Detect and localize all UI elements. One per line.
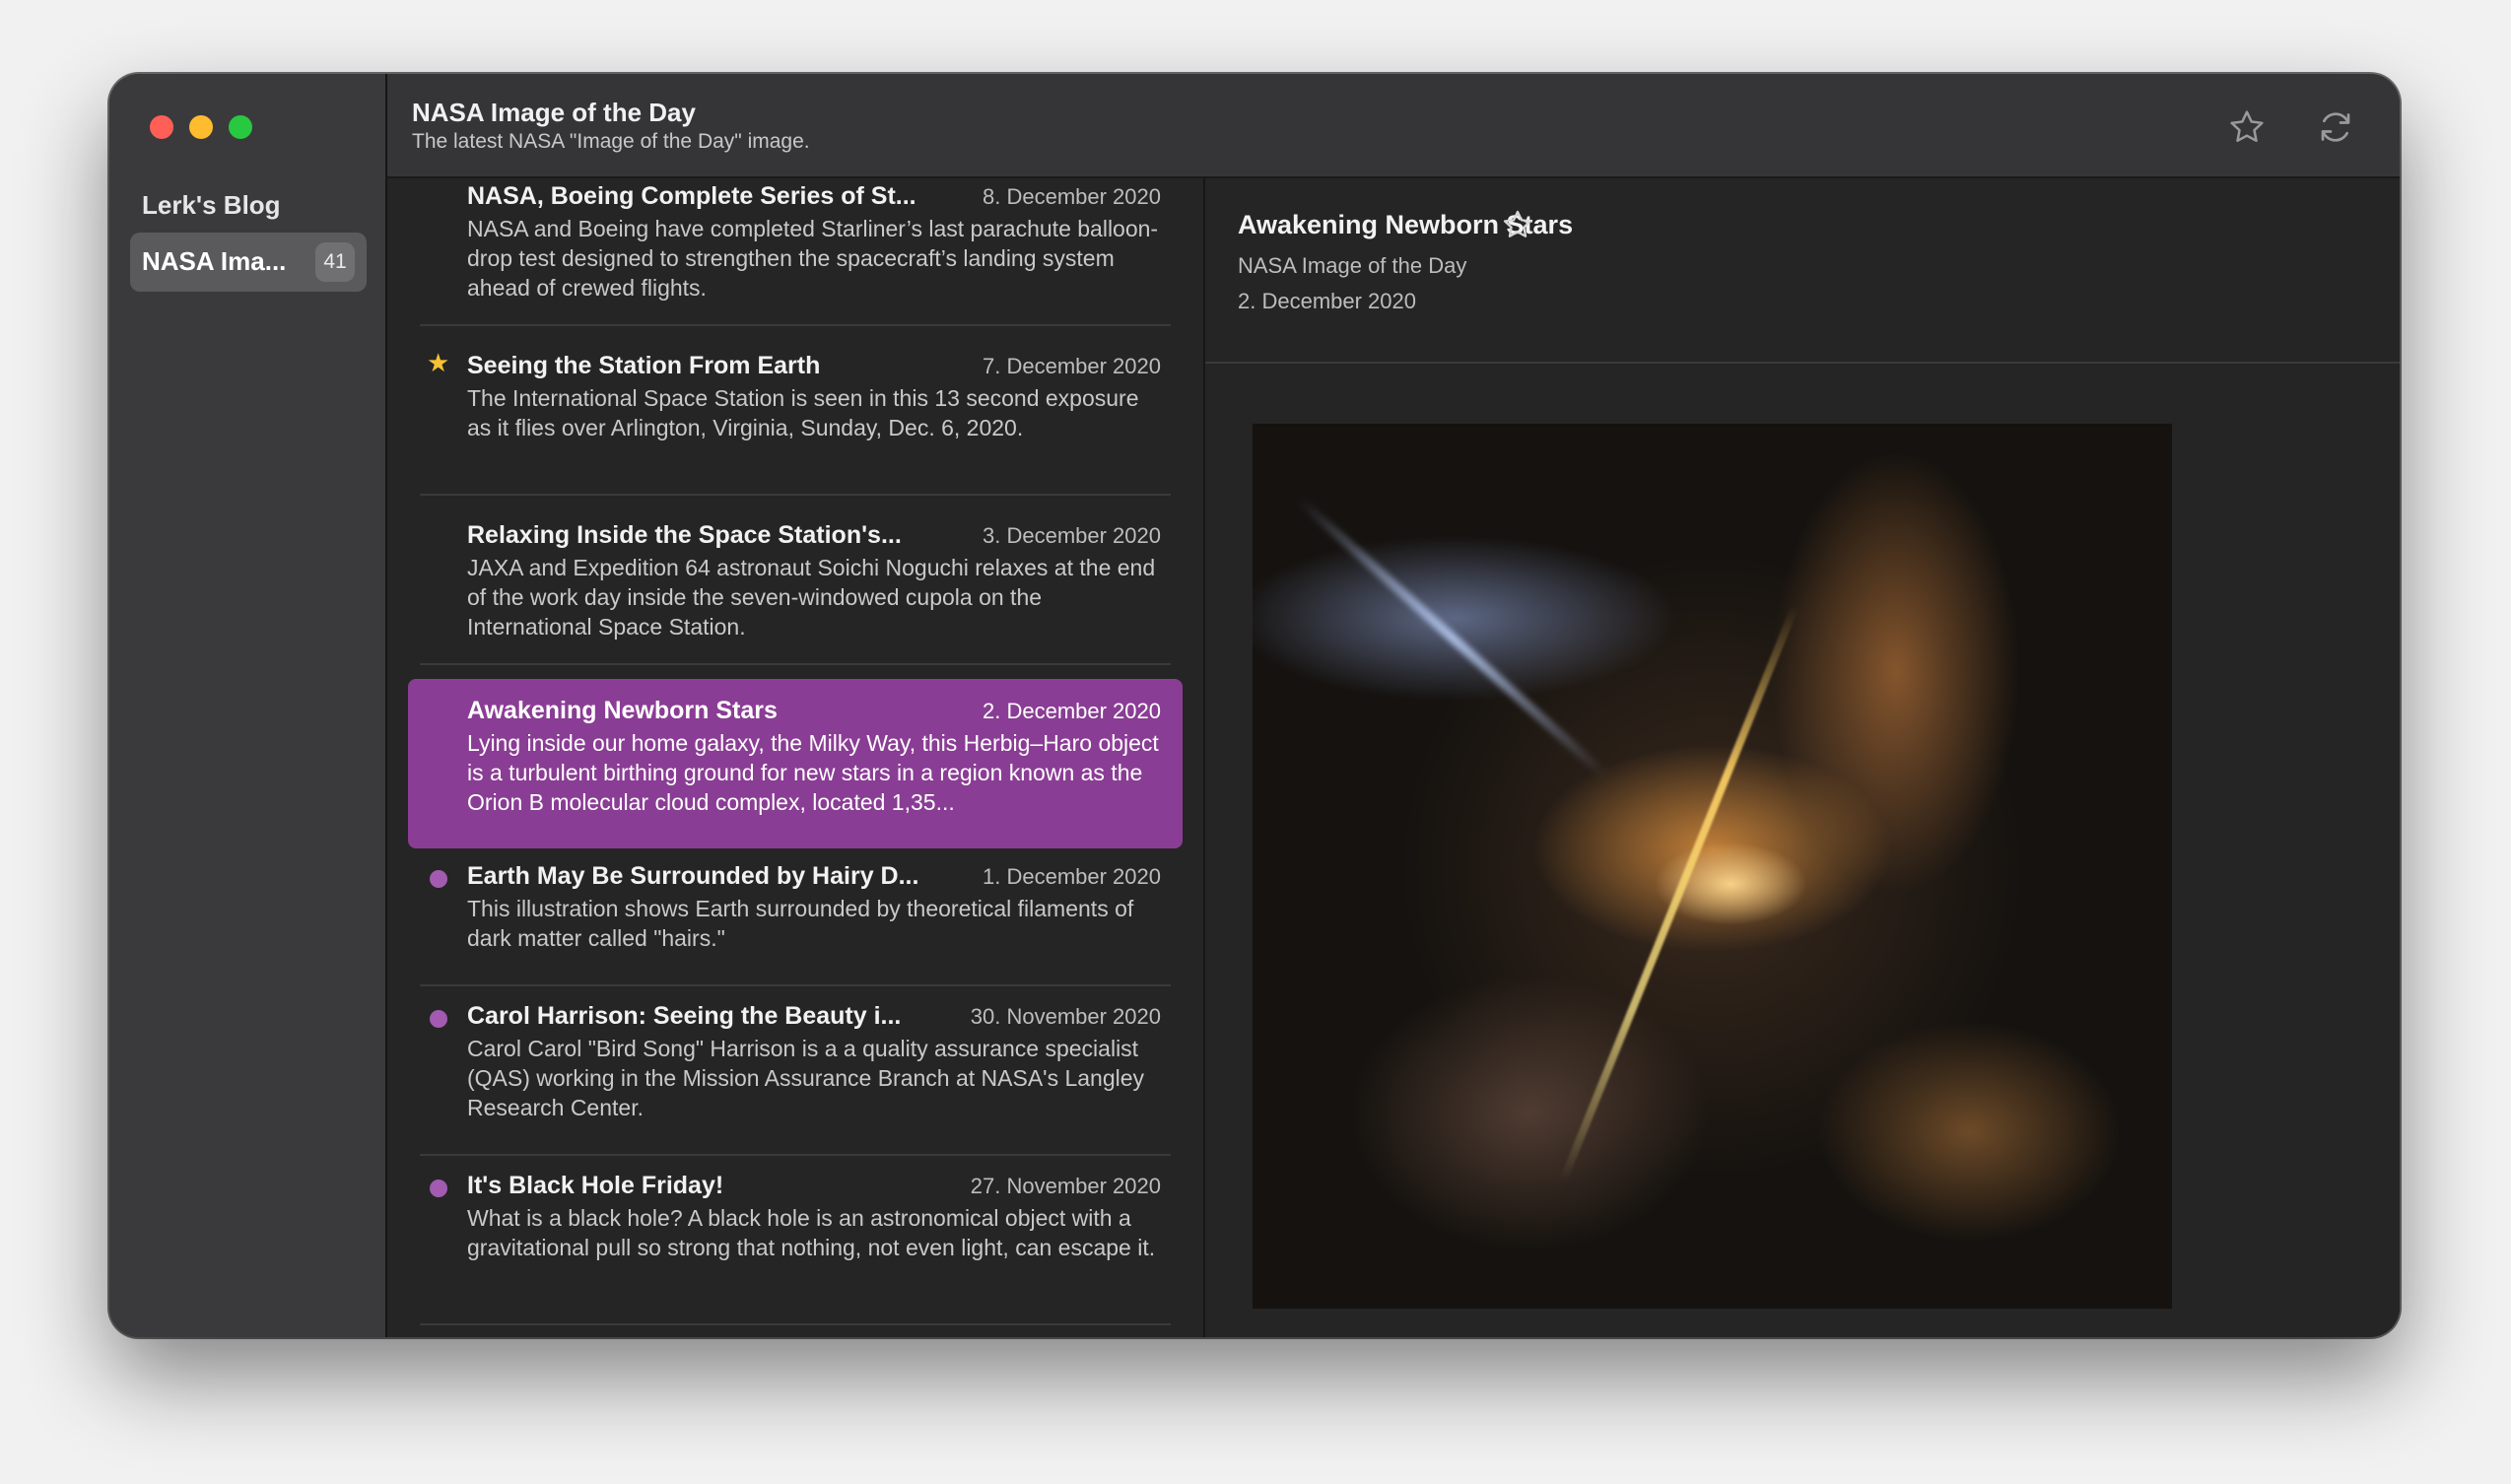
divider [420,1154,1171,1156]
article-summary: What is a black hole? A black hole is an… [467,1205,1156,1260]
divider [420,663,1171,665]
sidebar: Lerk's Blog NASA Ima... 41 [109,74,387,1337]
article-summary: Carol Carol "Bird Song" Harrison is a a … [467,1036,1145,1120]
star-icon [1503,210,1532,237]
zoom-window-button[interactable] [229,115,252,139]
article-date: 30. November 2020 [970,1004,1161,1029]
article-title: It's Black Hole Friday! [467,1172,724,1199]
feed-title: NASA Image of the Day [412,98,696,127]
unread-dot-icon [430,1010,447,1028]
sidebar-item-nasa-feed[interactable]: NASA Ima... 41 [130,233,367,292]
article-date: 27. November 2020 [970,1174,1161,1198]
detail-header: Awakening Newborn Stars NASA Image of th… [1205,178,2400,364]
article-date: 1. December 2020 [983,864,1161,889]
list-item[interactable]: NASA, Boeing Complete Series of St... 8.… [408,178,1183,326]
starred-icon: ★ [427,348,450,377]
star-icon [2230,110,2264,143]
unread-count-badge: 41 [315,242,355,282]
app-window: Lerk's Blog NASA Ima... 41 NASA Image of… [109,74,2400,1337]
list-item[interactable]: Earth May Be Surrounded by Hairy D... 1.… [408,858,1183,986]
article-summary: NASA and Boeing have completed Starliner… [467,216,1159,301]
article-title: Carol Harrison: Seeing the Beauty i... [467,1002,902,1030]
article-title: Relaxing Inside the Space Station's... [467,521,902,549]
list-item-selected[interactable]: Awakening Newborn Stars 2. December 2020… [408,679,1183,848]
detail-feed-name: NASA Image of the Day [1238,253,1467,278]
article-summary: The International Space Station is seen … [467,385,1139,440]
article-image [1253,424,2172,1309]
list-item[interactable]: Carol Harrison: Seeing the Beauty i... 3… [408,998,1183,1156]
sidebar-group-label[interactable]: Lerk's Blog [142,190,281,221]
feed-subtitle: The latest NASA "Image of the Day" image… [412,130,810,153]
refresh-button[interactable] [2312,103,2359,151]
divider [420,984,1171,986]
article-summary: Lying inside our home galaxy, the Milky … [467,730,1159,815]
divider [420,494,1171,496]
list-item[interactable]: It's Black Hole Friday! 27. November 202… [408,1168,1183,1325]
article-summary: JAXA and Expedition 64 astronaut Soichi … [467,555,1156,640]
star-filter-button[interactable] [2223,103,2271,151]
detail-date: 2. December 2020 [1238,289,1416,313]
minimize-window-button[interactable] [189,115,213,139]
star-toggle-button[interactable] [1501,208,1534,246]
article-date: 8. December 2020 [983,184,1161,209]
divider [420,324,1171,326]
article-date: 2. December 2020 [983,699,1161,723]
refresh-icon [2321,112,2350,142]
divider [420,1323,1171,1325]
nebula-jet [1559,604,1799,1181]
article-list[interactable]: NASA, Boeing Complete Series of St... 8.… [387,178,1205,1337]
unread-dot-icon [430,1180,447,1197]
article-title: Earth May Be Surrounded by Hairy D... [467,862,919,890]
article-date: 3. December 2020 [983,523,1161,548]
article-detail: Awakening Newborn Stars NASA Image of th… [1205,178,2400,1337]
list-item[interactable]: ★ Seeing the Station From Earth 7. Decem… [408,348,1183,496]
article-summary: This illustration shows Earth surrounded… [467,896,1134,951]
nebula-streak [1295,496,1609,780]
article-date: 7. December 2020 [983,354,1161,378]
list-item[interactable]: Relaxing Inside the Space Station's... 3… [408,517,1183,665]
sidebar-item-label: NASA Ima... [142,246,287,276]
unread-dot-icon [430,870,447,888]
article-title: Seeing the Station From Earth [467,352,821,379]
feed-header: NASA Image of the Day The latest NASA "I… [387,74,2400,178]
close-window-button[interactable] [150,115,173,139]
article-title: NASA, Boeing Complete Series of St... [467,182,916,210]
article-title: Awakening Newborn Stars [467,697,778,724]
